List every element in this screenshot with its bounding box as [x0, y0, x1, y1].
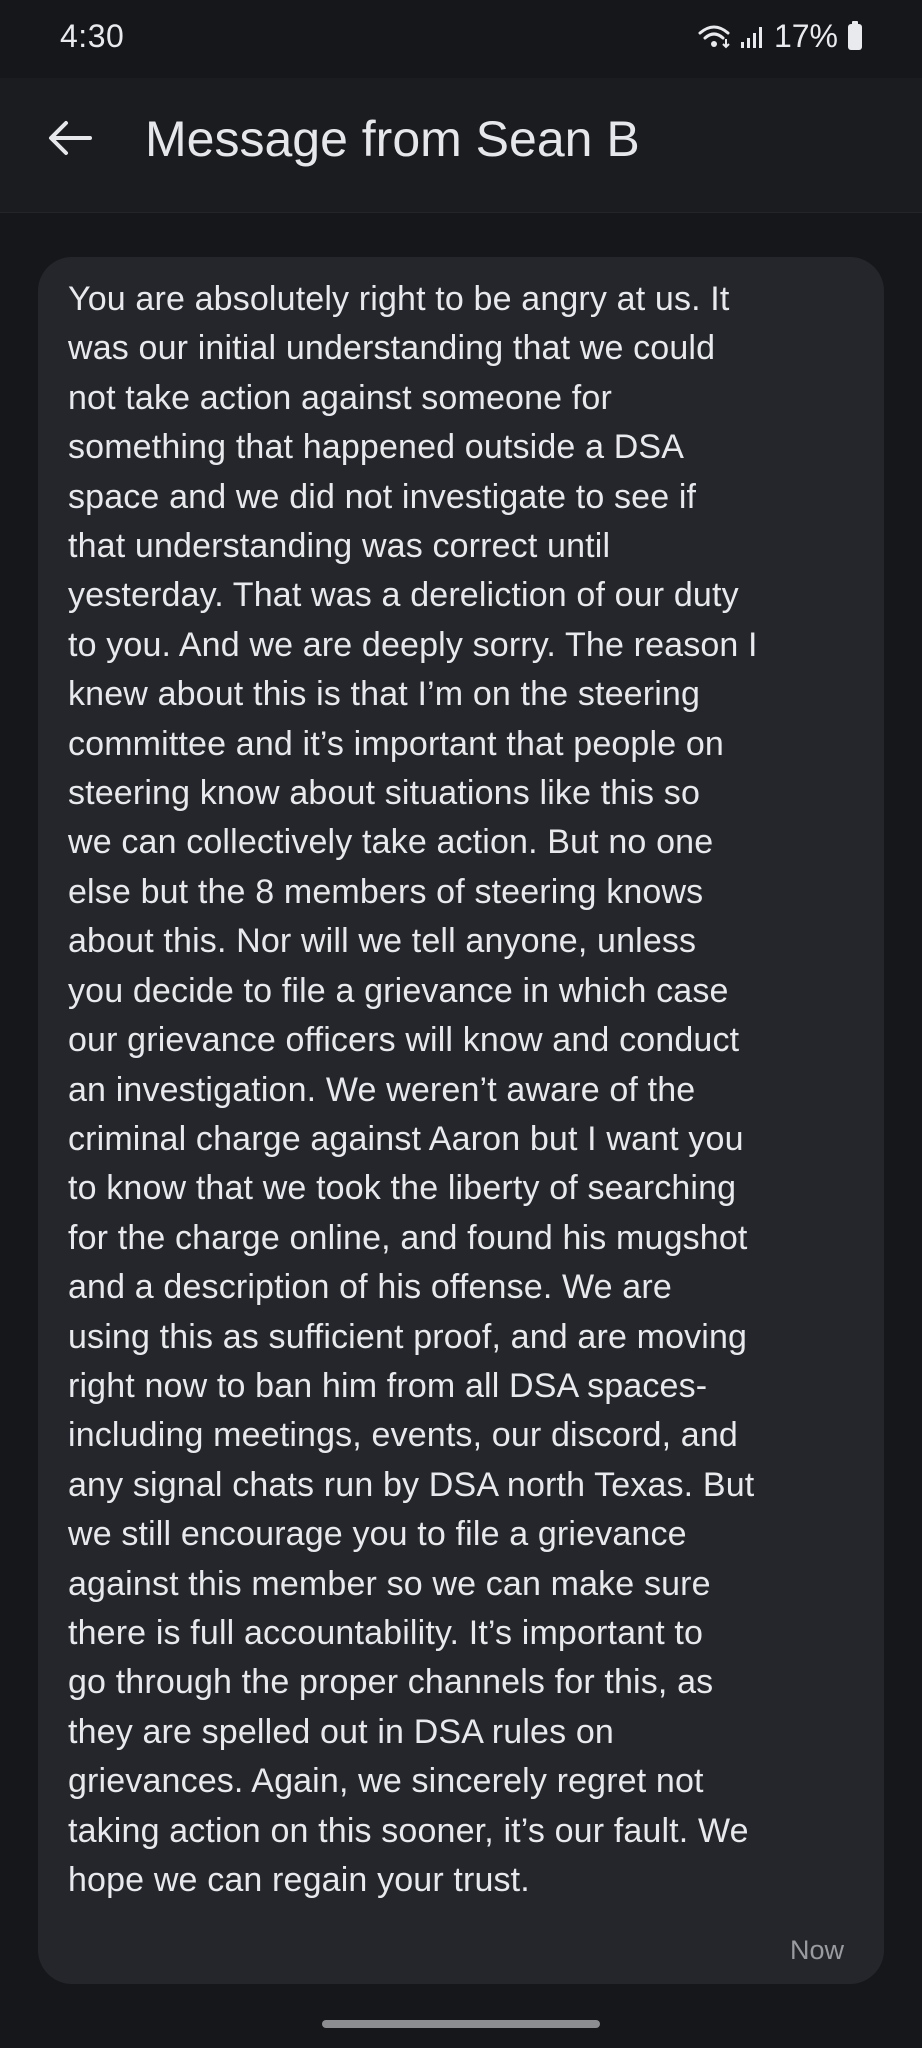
arrow-back-icon [48, 120, 92, 161]
battery-percent: 17% [773, 18, 838, 54]
battery-icon [848, 20, 862, 50]
status-time: 4:30 [60, 18, 125, 54]
message-timestamp: Now [789, 1935, 844, 1965]
message-text: You are absolutely right to be angry at … [68, 280, 758, 1899]
app-bar: Message from Sean B [0, 78, 922, 213]
page-title: Message from Sean B [145, 111, 640, 167]
status-bar: 4:30 17% [0, 0, 922, 78]
message-content[interactable]: You are absolutely right to be angry at … [0, 213, 922, 2048]
wifi-icon [698, 24, 732, 50]
message-bubble[interactable]: You are absolutely right to be angry at … [38, 257, 884, 1984]
back-button[interactable] [38, 108, 102, 172]
signal-icon [740, 24, 766, 50]
navigation-handle[interactable] [322, 2020, 600, 2028]
status-icons: 17% [698, 18, 862, 55]
